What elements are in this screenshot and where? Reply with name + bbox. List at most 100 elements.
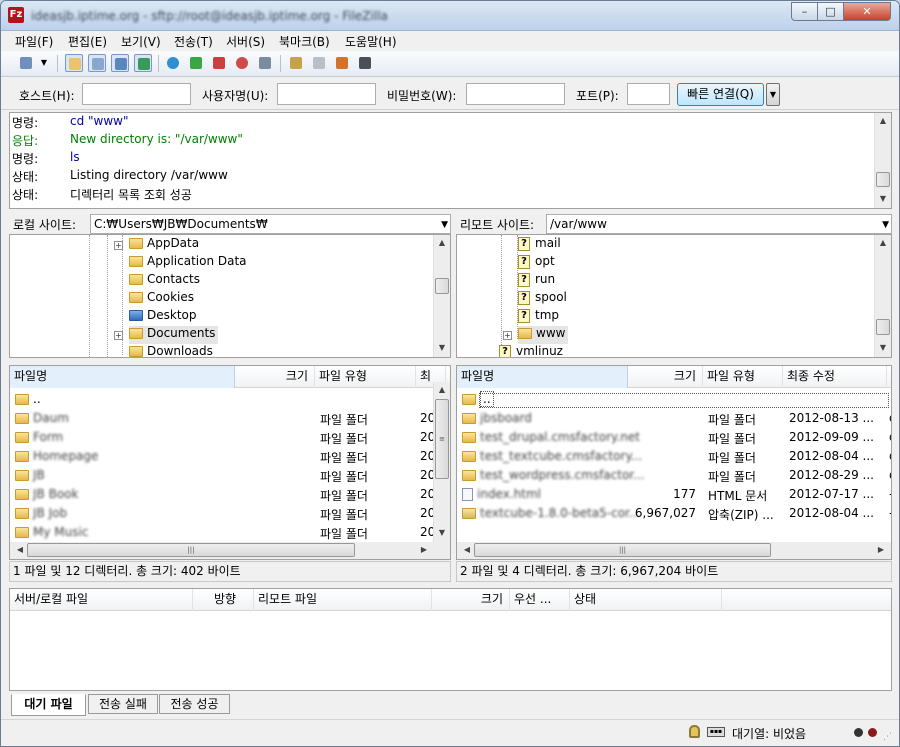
close-button[interactable]: ✕ xyxy=(843,2,891,21)
scrollbar-thumb[interactable] xyxy=(876,319,890,335)
column-header-size[interactable]: 크기 xyxy=(235,366,315,388)
list-item[interactable]: test_wordpress.cmsfactor... 파일 폴더 2012-08-… xyxy=(457,466,891,485)
tree-item[interactable]: ? vmlinuz xyxy=(499,344,563,357)
local-list-scrollbar[interactable]: ▲ ≡ ▼ xyxy=(433,382,450,542)
local-file-list[interactable]: 파일명 ⌃ 크기 파일 유형 최 .. Daum 파일 폴더 20 Form 파일 폴… xyxy=(9,365,451,560)
tree-item[interactable]: AppData xyxy=(129,236,199,254)
column-header-local-file[interactable]: 서버/로컬 파일 xyxy=(10,589,193,611)
scroll-up-arrow-icon[interactable]: ▲ xyxy=(875,235,891,251)
quick-connect-dropdown-icon[interactable]: ▼ xyxy=(766,83,780,106)
list-item[interactable]: .. xyxy=(10,390,432,409)
tree-item[interactable]: ? mail xyxy=(518,236,561,254)
column-header-size[interactable]: 크기 xyxy=(432,589,510,611)
tree-item[interactable]: Desktop xyxy=(129,308,197,326)
expand-icon[interactable]: + xyxy=(114,241,123,250)
scrollbar-thumb[interactable]: ≡ xyxy=(435,399,449,479)
column-header-remote-file[interactable]: 리모트 파일 xyxy=(254,589,432,611)
tree-item[interactable]: Downloads xyxy=(129,344,213,357)
menu-file[interactable]: 파일(F) xyxy=(15,33,53,50)
toggle-log-icon[interactable] xyxy=(65,54,83,72)
expand-icon[interactable]: + xyxy=(503,331,512,340)
message-log[interactable]: 명령: cd "www" 응답: New directory is: "/var/w… xyxy=(9,112,892,209)
tree-item[interactable]: ? spool xyxy=(518,290,567,308)
directory-comparison-icon[interactable] xyxy=(310,54,328,72)
cancel-operation-icon[interactable] xyxy=(210,54,228,72)
tree-item[interactable]: ? tmp xyxy=(518,308,559,326)
remote-path-combo[interactable]: /var/www ▼ xyxy=(546,214,892,234)
menu-view[interactable]: 보기(V) xyxy=(121,33,161,50)
password-input[interactable] xyxy=(466,83,565,105)
scroll-up-arrow-icon[interactable]: ▲ xyxy=(434,382,450,398)
disconnect-icon[interactable] xyxy=(233,54,251,72)
scroll-left-arrow-icon[interactable]: ◀ xyxy=(459,542,475,558)
local-path-combo[interactable]: C:₩Users₩JB₩Documents₩ ▼ xyxy=(90,214,451,234)
column-header-size[interactable]: 크기 xyxy=(628,366,703,388)
column-header-type[interactable]: 파일 유형 xyxy=(703,366,783,388)
list-item[interactable]: Homepage 파일 폴더 20 xyxy=(10,447,435,466)
remote-tree[interactable]: ? mail ? opt ? run ? spool ? tmp + www ? vmlin… xyxy=(456,234,892,358)
reconnect-icon[interactable] xyxy=(256,54,274,72)
local-tree[interactable]: + AppData Application Data Contacts Cook… xyxy=(9,234,451,358)
column-header-permissions[interactable]: ㄱ xyxy=(887,366,891,388)
list-item[interactable]: test_drupal.cmsfactory.net 파일 폴더 2012-09-0… xyxy=(457,428,891,447)
tab-successful-transfers[interactable]: 전송 성공 xyxy=(159,694,230,714)
tree-item[interactable]: Contacts xyxy=(129,272,200,290)
tab-failed-transfers[interactable]: 전송 실패 xyxy=(88,694,158,714)
chevron-down-icon[interactable]: ▼ xyxy=(441,216,448,234)
maximize-button[interactable]: □ xyxy=(817,2,844,21)
list-item[interactable]: jbsboard파일 폴더2012-08-13 ...d xyxy=(457,409,891,428)
expand-icon[interactable]: + xyxy=(114,331,123,340)
refresh-icon[interactable] xyxy=(164,54,182,72)
column-header-type[interactable]: 파일 유형 xyxy=(315,366,416,388)
list-item[interactable]: Form 파일 폴더 20 xyxy=(10,428,435,447)
chevron-down-icon[interactable]: ▼ xyxy=(882,216,889,234)
scroll-down-arrow-icon[interactable]: ▼ xyxy=(434,525,450,541)
remote-file-list[interactable]: 파일명 ⌃ 크기 파일 유형 최종 수정 ㄱ .. jbsboard파일 폴더2… xyxy=(456,365,892,560)
scroll-right-arrow-icon[interactable]: ▶ xyxy=(416,542,432,558)
list-item[interactable]: Daum 파일 폴더 20 xyxy=(10,409,435,428)
remote-tree-scrollbar[interactable]: ▲ ▼ xyxy=(874,235,891,357)
list-item[interactable]: My Music 파일 폴더 20 xyxy=(10,523,435,542)
port-input[interactable] xyxy=(627,83,670,105)
list-item[interactable]: JB Book 파일 폴더 20 xyxy=(10,485,435,504)
quick-connect-button[interactable]: 빠른 연결(Q) xyxy=(677,83,764,106)
scroll-left-arrow-icon[interactable]: ◀ xyxy=(12,542,28,558)
scroll-down-arrow-icon[interactable]: ▼ xyxy=(434,340,450,356)
column-header-direction[interactable]: 방향 xyxy=(193,589,254,611)
column-header-modified[interactable]: 최종 수정 xyxy=(783,366,887,388)
column-header-status[interactable]: 상태 xyxy=(570,589,722,611)
toggle-queue-icon[interactable] xyxy=(134,54,152,72)
list-item[interactable]: JB Job 파일 폴더 20 xyxy=(10,504,435,523)
tree-item[interactable]: Cookies xyxy=(129,290,194,308)
transfer-queue[interactable]: 서버/로컬 파일 방향 리모트 파일 크기 우선 ... 상태 xyxy=(9,588,892,691)
menu-help[interactable]: 도움말(H) xyxy=(345,33,397,50)
list-item[interactable]: index.html177HTML 문서2012-07-17 ...- xyxy=(457,485,891,504)
tree-item[interactable]: Application Data xyxy=(129,254,247,272)
log-scrollbar[interactable]: ▲ ▼ xyxy=(874,113,891,208)
scrollbar-thumb[interactable] xyxy=(435,278,449,294)
minimize-button[interactable]: – xyxy=(791,2,818,21)
list-item[interactable]: JB 파일 폴더 20 xyxy=(10,466,435,485)
scroll-right-arrow-icon[interactable]: ▶ xyxy=(873,542,889,558)
search-binoculars-icon[interactable] xyxy=(356,54,374,72)
host-input[interactable] xyxy=(82,83,191,105)
list-item[interactable]: test_textcube.cmsfactory... 파일 폴더 2012-08-… xyxy=(457,447,891,466)
scroll-down-arrow-icon[interactable]: ▼ xyxy=(875,191,891,207)
tree-item[interactable]: ? run xyxy=(518,272,555,290)
menu-edit[interactable]: 편집(E) xyxy=(68,33,107,50)
site-manager-icon[interactable] xyxy=(17,54,35,72)
column-header-priority[interactable]: 우선 ... xyxy=(510,589,570,611)
menu-transfer[interactable]: 전송(T) xyxy=(174,33,213,50)
resize-grip-icon[interactable]: ⋰ xyxy=(883,732,892,742)
username-input[interactable] xyxy=(277,83,376,105)
list-item[interactable]: .. xyxy=(457,390,891,409)
local-tree-scrollbar[interactable]: ▲ ▼ xyxy=(433,235,450,357)
tree-item-selected[interactable]: Documents xyxy=(129,326,219,344)
menu-bookmarks[interactable]: 북마크(B) xyxy=(279,33,330,50)
synchronized-browsing-icon[interactable] xyxy=(333,54,351,72)
list-item[interactable]: textcube-1.8.0-beta5-cor... 6,967,027 압축(Z… xyxy=(457,504,891,523)
directory-listing-filter-icon[interactable] xyxy=(287,54,305,72)
scroll-down-arrow-icon[interactable]: ▼ xyxy=(875,340,891,356)
scrollbar-thumb[interactable] xyxy=(876,172,890,187)
site-manager-dropdown-icon[interactable]: ▼ xyxy=(37,54,51,72)
